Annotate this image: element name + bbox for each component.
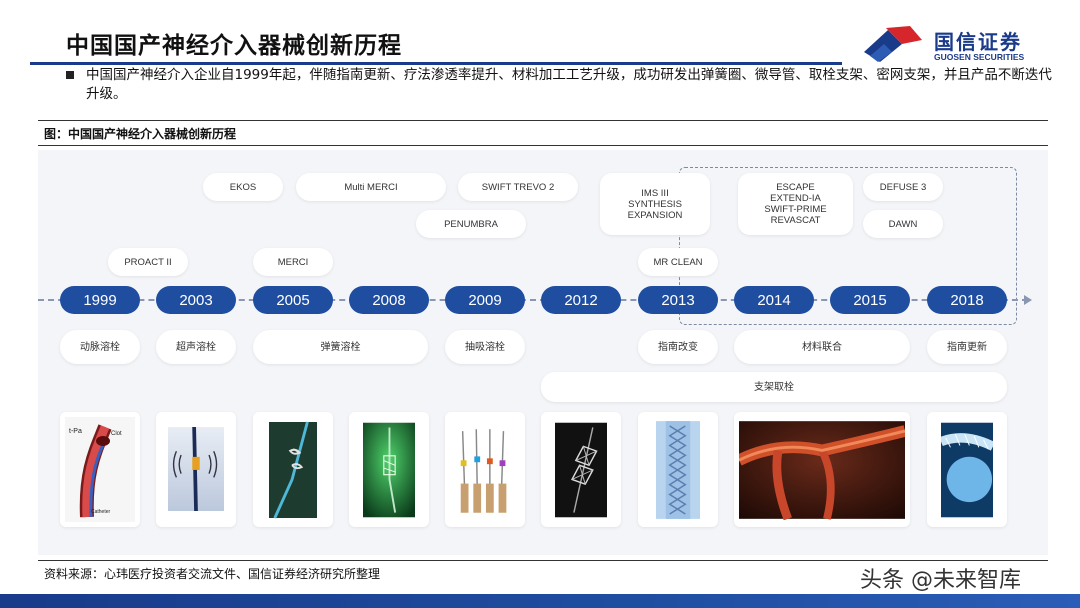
bottom-band — [0, 594, 1080, 608]
watermark: 头条 @未来智库 — [860, 568, 1021, 593]
trial-pill: MR CLEAN — [638, 248, 718, 276]
trial-pill: EKOS — [203, 173, 283, 201]
source-note: 资料来源：心玮医疗投资者交流文件、国信证券经济研究所整理 — [44, 567, 381, 581]
slide-title: 中国国产神经介入器械创新历程 — [66, 33, 402, 59]
trial-pill: SWIFT TREVO 2 — [458, 173, 578, 201]
trial-pill: DEFUSE 3 — [863, 173, 943, 201]
device-image-ultrasound — [156, 412, 236, 527]
figure-rule-top — [38, 120, 1048, 121]
device-image-braided — [638, 412, 718, 527]
title-rule — [30, 62, 842, 65]
device-image-stent-dark — [541, 412, 621, 527]
device-image-green — [349, 412, 429, 527]
trial-pill: MERCI — [253, 248, 333, 276]
timeline-diagram: EKOS Multi MERCI SWIFT TREVO 2 IMS III S… — [38, 150, 1048, 555]
device-image-vessels — [734, 412, 910, 527]
guosen-logo-icon — [864, 26, 922, 62]
trial-pill: PROACT II — [108, 248, 188, 276]
year-pill: 2018 — [927, 286, 1007, 314]
trial-pill: DAWN — [863, 210, 943, 238]
year-pill: 2003 — [156, 286, 236, 314]
year-pill: 2015 — [830, 286, 910, 314]
year-pill: 2008 — [349, 286, 429, 314]
device-image-tpa: t-Pa Clot Catheter — [60, 412, 140, 527]
trial-pill: Multi MERCI — [296, 173, 446, 201]
label-tpa: t-Pa — [69, 428, 82, 435]
year-pill: 2014 — [734, 286, 814, 314]
logo-text-en: GUOSEN SECURITIES — [934, 52, 1025, 62]
bullet-square-icon — [66, 71, 74, 79]
trial-pill: ESCAPE EXTEND-IA SWIFT-PRIME REVASCAT — [738, 173, 853, 235]
label-catheter: Catheter — [91, 509, 111, 515]
therapy-pill: 材料联合 — [734, 330, 910, 364]
figure-caption: 图：中国国产神经介入器械创新历程 — [44, 127, 237, 141]
device-image-flow-diverter — [927, 412, 1007, 527]
year-pill: 2009 — [445, 286, 525, 314]
device-image-coil — [253, 412, 333, 527]
therapy-pill: 超声溶栓 — [156, 330, 236, 364]
trial-pill: IMS III SYNTHESIS EXPANSION — [600, 173, 710, 235]
therapy-pill: 指南更新 — [927, 330, 1007, 364]
company-logo: 国信证券 GUOSEN SECURITIES — [862, 22, 1062, 70]
trial-pill: PENUMBRA — [416, 210, 526, 238]
year-pill: 2012 — [541, 286, 621, 314]
therapy-pill: 抽吸溶栓 — [445, 330, 525, 364]
therapy-pill: 指南改变 — [638, 330, 718, 364]
stent-therapy-pill: 支架取栓 — [541, 372, 1007, 402]
source-rule — [38, 560, 1048, 561]
summary-bullet: 中国国产神经介入企业自1999年起，伴随指南更新、疗法渗透率提升、材料加工工艺升… — [66, 66, 1056, 104]
therapy-pill: 弹簧溶栓 — [253, 330, 428, 364]
therapy-pill: 动脉溶栓 — [60, 330, 140, 364]
year-pill: 2005 — [253, 286, 333, 314]
timeline-arrow-icon — [1024, 295, 1032, 305]
summary-text: 中国国产神经介入企业自1999年起，伴随指南更新、疗法渗透率提升、材料加工工艺升… — [86, 67, 1052, 102]
logo-text-cn: 国信证券 — [934, 30, 1022, 54]
figure-rule-mid — [38, 145, 1048, 146]
label-clot: Clot — [111, 431, 122, 437]
year-pill: 2013 — [638, 286, 718, 314]
year-pill: 1999 — [60, 286, 140, 314]
device-image-catheters — [445, 412, 525, 527]
